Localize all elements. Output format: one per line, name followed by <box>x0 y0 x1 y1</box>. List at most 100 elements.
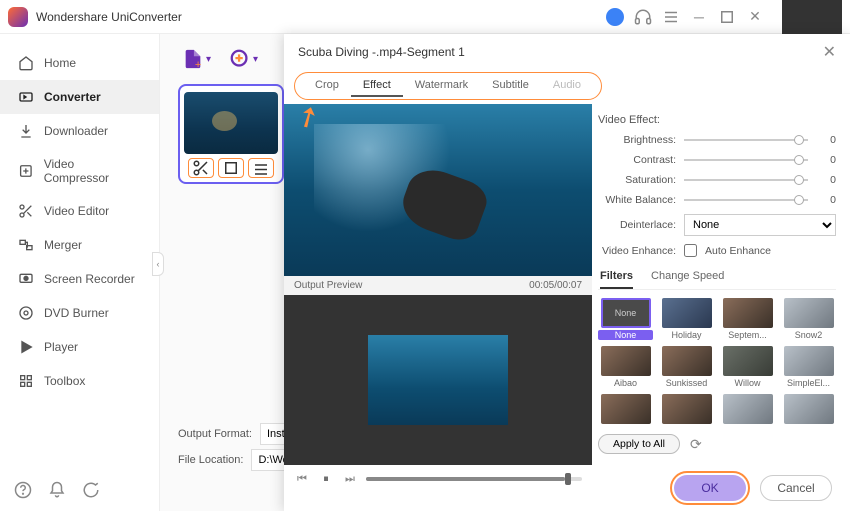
sidebar-item-label: Home <box>44 56 76 70</box>
sidebar-item-label: Video Editor <box>44 204 109 218</box>
filter-item-None[interactable]: NoneNone <box>598 298 653 340</box>
svg-text:+: + <box>195 59 201 70</box>
tab-subtitle[interactable]: Subtitle <box>480 75 541 97</box>
filter-grid: NoneNoneHolidaySeptem... Snow2 Aibao Sunkis… <box>598 298 836 424</box>
modal-close-button[interactable]: ✕ <box>823 42 836 62</box>
sidebar-item-converter[interactable]: Converter <box>0 80 159 114</box>
chevron-down-icon: ▾ <box>206 54 211 65</box>
filter-item-Aibao[interactable]: Aibao <box>598 346 653 388</box>
maximize-icon[interactable] <box>718 8 736 26</box>
filter-label: Snow2 <box>781 330 836 340</box>
sidebar-item-screen-recorder[interactable]: Screen Recorder <box>0 262 159 296</box>
tab-audio: Audio <box>541 75 593 97</box>
feedback-icon[interactable] <box>82 481 100 499</box>
filter-item-10[interactable] <box>720 394 775 424</box>
filter-label: Willow <box>720 378 775 388</box>
sidebar-item-label: Merger <box>44 238 82 252</box>
titlebar: Wondershare UniConverter ─ ✕ <box>0 0 850 34</box>
source-preview: ➚ <box>284 104 592 276</box>
bell-icon[interactable] <box>48 481 66 499</box>
slider-whitebalance[interactable] <box>684 199 808 201</box>
sidebar-item-video-editor[interactable]: Video Editor <box>0 194 159 228</box>
add-folder-button[interactable]: ▾ <box>229 48 258 70</box>
filter-label: SimpleEl... <box>781 378 836 388</box>
arrow-annotation: ➚ <box>289 104 326 137</box>
tab-watermark[interactable]: Watermark <box>403 75 480 97</box>
filter-thumb <box>662 298 712 328</box>
scissors-icon <box>18 203 34 219</box>
filter-thumb <box>723 298 773 328</box>
filter-thumb <box>723 346 773 376</box>
timeline-slider[interactable] <box>366 477 582 481</box>
headphone-icon[interactable] <box>634 8 652 26</box>
sidebar-item-home[interactable]: Home <box>0 46 159 80</box>
filter-item-11[interactable] <box>781 394 836 424</box>
subtab-filters[interactable]: Filters <box>600 265 633 289</box>
refresh-icon[interactable]: ⟳ <box>690 436 702 453</box>
filter-thumb <box>784 346 834 376</box>
video-thumbnail-card[interactable] <box>178 84 284 184</box>
slider-label-1: Contrast: <box>598 154 676 166</box>
apply-to-all-button[interactable]: Apply to All <box>598 434 680 454</box>
slider-value-2: 0 <box>816 174 836 186</box>
filter-item-Willow[interactable]: Willow <box>720 346 775 388</box>
sidebar-item-downloader[interactable]: Downloader <box>0 114 159 148</box>
trim-tool-button[interactable] <box>188 158 214 178</box>
video-effect-heading: Video Effect: <box>598 114 836 126</box>
prev-frame-button[interactable]: ⏮ <box>294 471 310 487</box>
sidebar-item-video-compressor[interactable]: Video Compressor <box>0 148 159 194</box>
filter-item-Sunkissed[interactable]: Sunkissed <box>659 346 714 388</box>
avatar[interactable] <box>606 8 624 26</box>
menu-icon[interactable] <box>662 8 680 26</box>
filter-item-8[interactable] <box>598 394 653 424</box>
output-preview-image <box>368 335 508 425</box>
add-file-button[interactable]: + ▾ <box>182 48 211 70</box>
minimize-icon[interactable]: ─ <box>690 8 708 26</box>
auto-enhance-checkbox[interactable] <box>684 244 697 257</box>
home-icon <box>18 55 34 71</box>
effect-tool-button[interactable] <box>248 158 274 178</box>
sidebar-item-label: DVD Burner <box>44 306 109 320</box>
sidebar: Home Converter Downloader Video Compressor V… <box>0 34 160 511</box>
merge-icon <box>18 237 34 253</box>
filter-thumb <box>601 394 651 424</box>
slider-saturation[interactable] <box>684 179 808 181</box>
app-title: Wondershare UniConverter <box>36 10 606 24</box>
filter-item-Holiday[interactable]: Holiday <box>659 298 714 340</box>
deinterlace-label: Deinterlace: <box>598 219 676 231</box>
convert-icon <box>18 89 34 105</box>
download-icon <box>18 123 34 139</box>
sidebar-item-merger[interactable]: Merger <box>0 228 159 262</box>
filter-item-Septem...[interactable]: Septem... <box>720 298 775 340</box>
slider-brightness[interactable] <box>684 139 808 141</box>
filter-item-Snow2[interactable]: Snow2 <box>781 298 836 340</box>
dark-block <box>782 0 842 34</box>
filter-subtabs: Filters Change Speed <box>598 265 836 290</box>
subtab-change-speed[interactable]: Change Speed <box>651 265 724 289</box>
sidebar-item-label: Downloader <box>44 124 108 138</box>
filter-item-SimpleEl...[interactable]: SimpleEl... <box>781 346 836 388</box>
video-enhance-label: Video Enhance: <box>598 245 676 257</box>
deinterlace-select[interactable]: None <box>684 214 836 236</box>
help-icon[interactable] <box>14 481 32 499</box>
tab-effect[interactable]: Effect <box>351 75 403 97</box>
collapse-sidebar-button[interactable]: ‹ <box>152 252 164 276</box>
crop-tool-button[interactable] <box>218 158 244 178</box>
play-pause-button[interactable]: ⏸ <box>318 471 334 487</box>
output-preview-label: Output Preview <box>294 280 362 291</box>
filter-item-9[interactable] <box>659 394 714 424</box>
next-frame-button[interactable]: ⏭ <box>342 471 358 487</box>
filter-label: Sunkissed <box>659 378 714 388</box>
filter-thumb <box>662 346 712 376</box>
close-icon[interactable]: ✕ <box>746 8 764 26</box>
grid-icon <box>18 373 34 389</box>
sidebar-item-dvd-burner[interactable]: DVD Burner <box>0 296 159 330</box>
slider-contrast[interactable] <box>684 159 808 161</box>
sidebar-item-label: Converter <box>44 90 101 104</box>
cancel-button[interactable]: Cancel <box>760 475 832 501</box>
filter-label: None <box>598 330 653 340</box>
sidebar-item-toolbox[interactable]: Toolbox <box>0 364 159 398</box>
sidebar-item-player[interactable]: Player <box>0 330 159 364</box>
tab-crop[interactable]: Crop <box>303 75 351 97</box>
ok-button[interactable]: OK <box>674 475 746 501</box>
